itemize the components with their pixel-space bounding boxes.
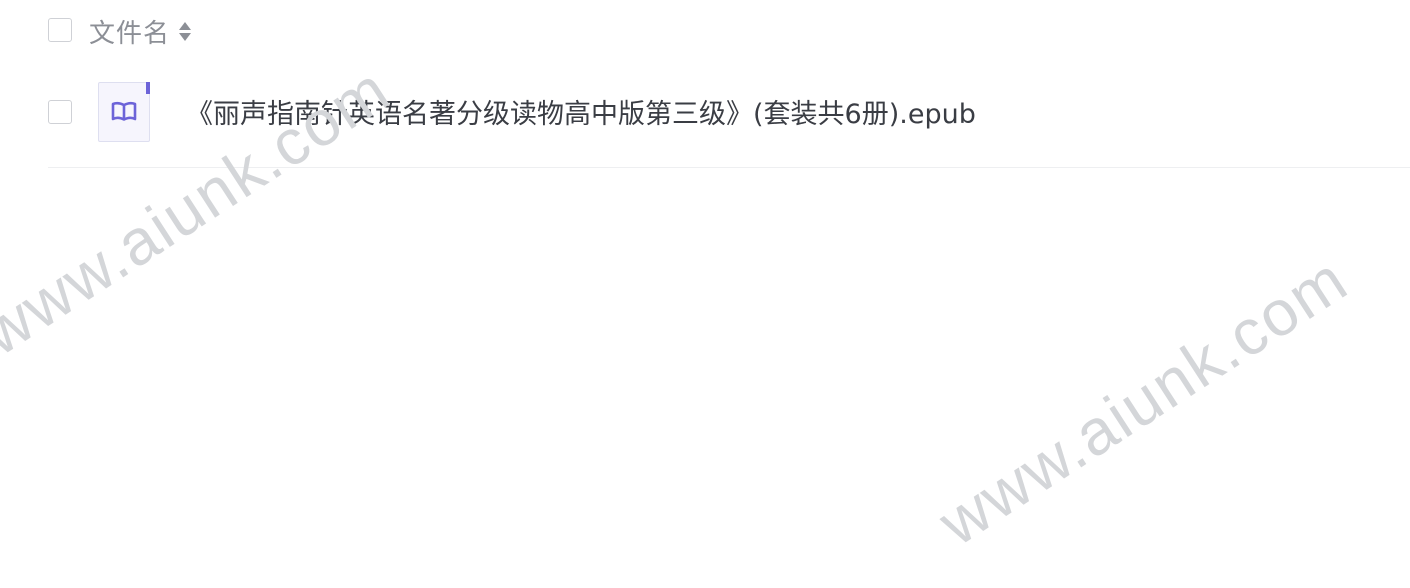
book-icon xyxy=(111,101,137,121)
list-header: 文件名 xyxy=(48,0,1410,62)
column-header-label: 文件名 xyxy=(89,18,171,49)
watermark-text: www.aiunk.com xyxy=(926,242,1361,560)
file-row[interactable]: 《丽声指南针英语名著分级读物高中版第三级》(套装共6册).epub xyxy=(48,56,1410,168)
column-header-filename[interactable]: 文件名 xyxy=(89,13,192,50)
select-all-checkbox[interactable] xyxy=(48,18,72,42)
file-list-page: 文件名 《丽声指南针英语名著分级读物高中版第三级》(套装共6册).epub ww… xyxy=(0,0,1410,588)
sort-icon[interactable] xyxy=(179,21,192,41)
file-name[interactable]: 《丽声指南针英语名著分级读物高中版第三级》(套装共6册).epub xyxy=(186,92,976,131)
file-row-checkbox[interactable] xyxy=(48,99,72,124)
file-type-thumbnail xyxy=(98,81,150,142)
file-list: 文件名 《丽声指南针英语名著分级读物高中版第三级》(套装共6册).epub xyxy=(48,0,1410,168)
